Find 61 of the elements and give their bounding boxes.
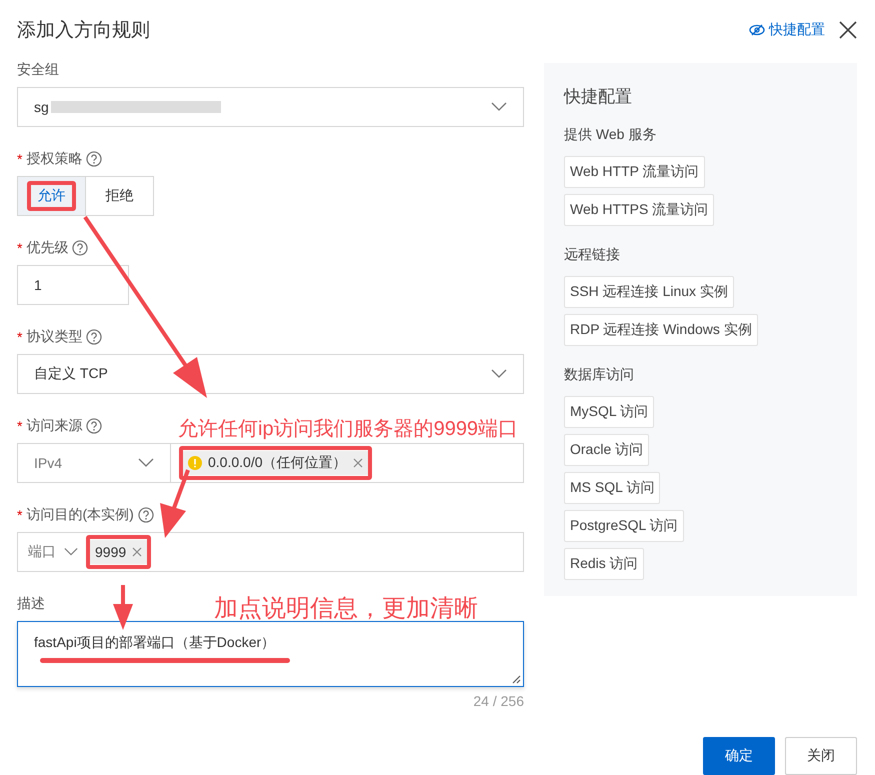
- close-button[interactable]: 关闭: [785, 737, 857, 775]
- required-mark: *: [17, 329, 22, 345]
- char-counter: 24 / 256: [472, 693, 524, 709]
- description-field[interactable]: fastApi项目的部署端口（基于Docker）: [17, 621, 524, 687]
- annotation-text: 允许任何ip访问我们服务器的9999端口: [178, 419, 518, 439]
- quick-config-link[interactable]: 快捷配置: [749, 21, 825, 39]
- chevron-down-icon: [64, 547, 78, 557]
- chevron-down-icon: [491, 102, 507, 112]
- help-icon[interactable]: [138, 507, 154, 523]
- field-label: 描述: [17, 595, 45, 613]
- eye-slash-icon: [749, 24, 765, 36]
- preset-button[interactable]: PostgreSQL 访问: [564, 510, 684, 542]
- required-mark: *: [17, 418, 22, 434]
- select-field[interactable]: 自定义 TCP: [17, 354, 524, 394]
- help-icon[interactable]: [86, 329, 102, 345]
- port-type-select[interactable]: 端口: [18, 543, 88, 561]
- preset-button[interactable]: Redis 访问: [564, 548, 644, 580]
- policy-option[interactable]: 允许: [17, 176, 86, 216]
- select-value: sg: [34, 99, 49, 115]
- arrow: [113, 585, 133, 630]
- number-field[interactable]: 1: [17, 265, 129, 305]
- tag-text: 0.0.0.0/0（任何位置）: [208, 454, 346, 472]
- arrow: [160, 469, 190, 538]
- field-value: 1: [34, 277, 42, 293]
- tag-text: 9999: [95, 544, 126, 560]
- section-heading: 远程链接: [564, 246, 621, 264]
- field-label: 授权策略: [26, 150, 82, 168]
- close-icon[interactable]: [839, 21, 857, 39]
- protocol-select[interactable]: IPv4: [18, 444, 171, 482]
- policy-option[interactable]: 拒绝: [85, 176, 154, 216]
- annotation-text: 加点说明信息，更加清晰: [214, 597, 478, 621]
- field-label: 访问来源: [26, 417, 82, 435]
- remove-icon[interactable]: [352, 458, 362, 468]
- confirm-button[interactable]: 确定: [703, 737, 775, 775]
- preset-button[interactable]: RDP 远程连接 Windows 实例: [564, 314, 758, 346]
- chevron-down-icon: [491, 369, 507, 379]
- select-value: 自定义 TCP: [34, 365, 108, 383]
- preset-button[interactable]: MySQL 访问: [564, 396, 654, 428]
- field-label: 优先级: [26, 239, 68, 257]
- resize-grip-icon[interactable]: [512, 675, 521, 684]
- field-label: 协议类型: [26, 328, 82, 346]
- dialog-title: 添加入方向规则: [17, 19, 151, 43]
- preset-button[interactable]: Web HTTP 流量访问: [564, 156, 705, 188]
- preset-button[interactable]: MS SQL 访问: [564, 472, 660, 504]
- required-mark: *: [17, 151, 22, 167]
- help-icon[interactable]: [86, 151, 102, 167]
- section-heading: 提供 Web 服务: [564, 126, 658, 144]
- help-icon[interactable]: [72, 240, 88, 256]
- preset-button[interactable]: SSH 远程连接 Linux 实例: [564, 276, 734, 308]
- remove-icon[interactable]: [132, 547, 142, 557]
- required-mark: *: [17, 240, 22, 256]
- field-label: 安全组: [17, 61, 59, 79]
- preset-button[interactable]: Oracle 访问: [564, 434, 650, 466]
- required-mark: *: [17, 507, 22, 523]
- help-icon[interactable]: [86, 418, 102, 434]
- preset-button[interactable]: Web HTTPS 流量访问: [564, 194, 714, 226]
- chevron-down-icon: [138, 458, 154, 468]
- section-heading: 数据库访问: [564, 366, 635, 384]
- field-label: 访问目的(本实例): [26, 506, 134, 524]
- select-field[interactable]: sg: [17, 87, 524, 127]
- panel-title: 快捷配置: [564, 86, 633, 108]
